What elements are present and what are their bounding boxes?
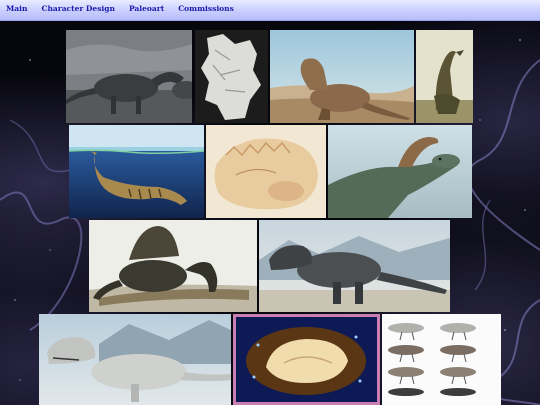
gallery-thumbnail-theropod-model-sheet[interactable] — [382, 314, 501, 405]
swimming-thylacine-artwork — [69, 125, 204, 218]
gallery-thumbnail-spinosaurus[interactable] — [89, 220, 257, 312]
curled-sleeping-creature-artwork — [236, 317, 377, 402]
gallery-thumbnail-sleeping-sauropod-sketch[interactable] — [206, 125, 326, 218]
theropod-model-sheet-artwork — [382, 314, 501, 405]
tyrannosaurus-running-artwork — [39, 314, 231, 405]
nav-link-main[interactable]: Main — [6, 4, 27, 13]
gallery-thumbnail-long-necked-theropod[interactable] — [416, 30, 473, 123]
sleeping-sauropod-sketch-artwork — [206, 125, 326, 218]
gallery-thumbnail-curled-sleeping-creature[interactable] — [233, 314, 380, 405]
gallery-thumbnail-tyrannosaurus-walking[interactable] — [259, 220, 450, 312]
gallery-thumbnail-pale-sketch[interactable] — [195, 30, 268, 123]
nav-link-paleoart[interactable]: Paleoart — [129, 4, 164, 13]
nav-link-commissions[interactable]: Commissions — [178, 4, 234, 13]
gallery-thumbnail-tyrannosaurus-running[interactable] — [39, 314, 231, 405]
gallery-thumbnail-resting-theropod[interactable] — [270, 30, 414, 123]
spinosaurus-artwork — [89, 220, 257, 312]
gallery-thumbnail-swimming-thylacine[interactable] — [69, 125, 204, 218]
nav-link-character-design[interactable]: Character Design — [41, 4, 115, 13]
gallery-thumbnail-parasaurolophus[interactable] — [328, 125, 472, 218]
resting-theropod-artwork — [270, 30, 414, 123]
top-navigation-bar: Main Character Design Paleoart Commissio… — [0, 0, 540, 21]
nav-menu: Main Character Design Paleoart Commissio… — [6, 4, 234, 13]
pale-sketch-artwork — [195, 30, 268, 123]
tyrannosaurus-walking-artwork — [259, 220, 450, 312]
long-necked-theropod-artwork — [416, 30, 473, 123]
hadrosaur-artwork — [66, 30, 192, 123]
gallery-thumbnail-hadrosaur[interactable] — [66, 30, 192, 123]
parasaurolophus-artwork — [328, 125, 472, 218]
